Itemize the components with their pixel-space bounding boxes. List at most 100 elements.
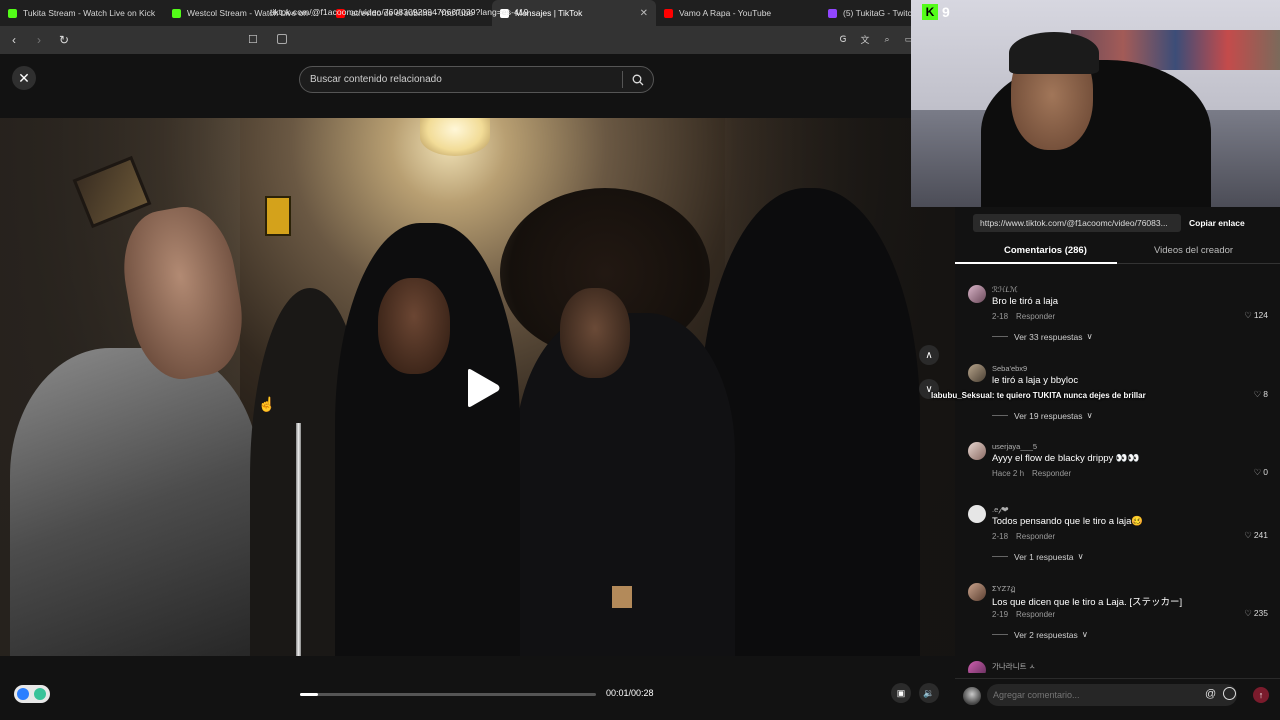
previous-video-button[interactable]: ∧ <box>919 345 939 365</box>
view-replies-button[interactable]: Ver 19 respuestas ∨ <box>992 410 1093 421</box>
comment-input-row: @ ↑ <box>955 678 1280 710</box>
copy-link-button[interactable]: Copiar enlace <box>1189 218 1245 228</box>
bookmark-icon[interactable]: ☐ <box>248 33 258 46</box>
like-button[interactable]: ♡ 0 <box>1254 467 1268 478</box>
video-viewer: ✕ Buscar contenido relacionado ☝ ∧ ∨ 00:… <box>0 54 955 720</box>
reader-icon[interactable]: 𝖦 <box>834 30 852 48</box>
comment-input[interactable] <box>987 684 1237 706</box>
tab-creator-videos[interactable]: Videos del creador <box>1154 245 1233 256</box>
related-search-input[interactable]: Buscar contenido relacionado <box>299 66 654 93</box>
tab-kick-tukita[interactable]: Tukita Stream - Watch Live on Kick <box>0 0 164 26</box>
tab-comments[interactable]: Comentarios (286) <box>1004 245 1087 256</box>
comment-item: 가나라니트 ㅅ <box>968 661 1274 673</box>
view-replies-button[interactable]: Ver 33 respuestas ∨ <box>992 331 1093 342</box>
comment-meta: 2-18 Responder <box>992 532 1055 541</box>
video-jacket-patch <box>612 586 632 608</box>
kick-viewer-badge: K 9 <box>922 4 950 20</box>
avatar[interactable] <box>968 285 986 303</box>
comment-username[interactable]: ℛℋ𝐿ℳ <box>992 285 1018 295</box>
reply-button[interactable]: Responder <box>1016 610 1055 619</box>
tab-youtube-vamo[interactable]: Vamo A Rapa - YouTube <box>656 0 820 26</box>
panel-tabs: Comentarios (286) Videos del creador <box>955 237 1280 264</box>
video-progress-bar[interactable] <box>300 693 596 696</box>
comment-meta: Hace 2 h Responder <box>992 469 1071 478</box>
search-placeholder: Buscar contenido relacionado <box>310 74 442 85</box>
comment-date: 2-19 <box>992 610 1009 619</box>
address-bar-actions: 𝖦 文 ⌕ ▭ <box>834 30 918 48</box>
heart-icon: ♡ <box>1244 310 1252 320</box>
video-ceiling-lamp <box>420 118 490 156</box>
volume-icon[interactable]: 🔉 <box>919 683 939 703</box>
translate-icon[interactable]: 文 <box>856 30 874 48</box>
send-button[interactable]: ↑ <box>1253 687 1269 703</box>
stream-chat-overlay: labubu_Seksual: te quiero TUKITA nunca d… <box>931 391 1146 400</box>
view-replies-button[interactable]: Ver 2 respuestas ∨ <box>992 629 1088 640</box>
comment-username[interactable]: Seba'ebx9 <box>992 364 1027 373</box>
reply-button[interactable]: Responder <box>1016 312 1055 321</box>
comment-date: 2-18 <box>992 532 1009 541</box>
video-frame[interactable]: ☝ <box>0 118 955 656</box>
comment-text: Ayyy el flow de blacky drippy 👀👀 <box>992 453 1140 464</box>
zoom-icon[interactable]: ⌕ <box>878 30 896 48</box>
close-tab-icon[interactable]: ✕ <box>640 8 648 19</box>
like-button[interactable]: ♡ 124 <box>1244 310 1268 321</box>
kick-icon: K <box>922 4 938 20</box>
youtube-icon <box>664 8 673 18</box>
avatar[interactable] <box>968 661 986 673</box>
like-count: 0 <box>1263 467 1268 477</box>
avatar[interactable] <box>968 583 986 601</box>
tab-label: Vamo A Rapa - YouTube <box>679 8 772 18</box>
like-count: 8 <box>1263 389 1268 399</box>
comment-date: 2-18 <box>992 312 1009 321</box>
video-face-right <box>560 288 630 378</box>
autoscroll-toggle[interactable] <box>14 685 50 703</box>
comment-text: Los que dicen que le tiro a Laja. [ステッカー… <box>992 597 1183 608</box>
avatar[interactable] <box>968 364 986 382</box>
like-count: 235 <box>1253 608 1268 618</box>
chevron-down-icon: ∨ <box>1086 331 1093 341</box>
avatar[interactable] <box>968 442 986 460</box>
comment-meta: 2-18 Responder <box>992 312 1055 321</box>
tab-label: Tukita Stream - Watch Live on Kick <box>23 8 156 18</box>
reply-button[interactable]: Responder <box>1016 532 1055 541</box>
comment-date: Hace 2 h <box>992 469 1025 478</box>
like-button[interactable]: ♡ 241 <box>1244 530 1268 541</box>
avatar[interactable] <box>968 505 986 523</box>
kick-icon <box>8 8 17 18</box>
url-text[interactable]: tiktok.com/@f1acoomc/video/7608309299470… <box>270 7 529 17</box>
forward-icon[interactable]: › <box>28 29 50 51</box>
close-viewer-button[interactable]: ✕ <box>12 66 36 90</box>
back-icon[interactable]: ‹ <box>3 29 25 51</box>
play-icon[interactable] <box>462 368 502 408</box>
view-replies-button[interactable]: Ver 1 respuesta ∨ <box>992 551 1084 562</box>
like-count: 241 <box>1253 530 1268 540</box>
comment-username[interactable]: userjaya___5 <box>992 442 1037 451</box>
emoji-icon[interactable] <box>1223 687 1236 700</box>
reload-icon[interactable]: ↻ <box>53 29 75 51</box>
comment-text: Bro le tiró a laja <box>992 296 1059 307</box>
comment-username[interactable]: .e𝒻❤ <box>992 505 1008 515</box>
comment-meta: 2-19 Responder <box>992 610 1055 619</box>
reply-button[interactable]: Responder <box>1032 469 1071 478</box>
tab-label: Mensajes | TikTok <box>515 8 583 18</box>
site-info-icon[interactable] <box>277 34 287 44</box>
toggle-state-icon <box>34 688 46 700</box>
like-button[interactable]: ♡ 8 <box>1254 389 1268 400</box>
video-cane <box>296 423 301 656</box>
like-button[interactable]: ♡ 235 <box>1244 608 1268 619</box>
search-icon[interactable] <box>623 74 653 86</box>
view-replies-label: Ver 19 respuestas <box>1014 410 1083 421</box>
twitch-icon <box>828 8 837 18</box>
comment-username[interactable]: 가나라니트 ㅅ <box>992 661 1035 672</box>
toggle-knob-icon <box>17 688 29 700</box>
pip-icon[interactable]: ▣ <box>891 683 911 703</box>
video-person-left <box>10 348 260 656</box>
view-replies-label: Ver 2 respuestas <box>1014 629 1078 640</box>
like-count: 124 <box>1253 310 1268 320</box>
video-face-center <box>378 278 450 374</box>
webcam-overlay <box>911 0 1280 207</box>
chevron-down-icon: ∨ <box>1086 410 1093 420</box>
share-link-field[interactable]: https://www.tiktok.com/@f1acoomc/video/7… <box>973 214 1181 232</box>
mention-icon[interactable]: @ <box>1205 688 1216 700</box>
hand-cursor-icon: ☝ <box>258 396 276 412</box>
